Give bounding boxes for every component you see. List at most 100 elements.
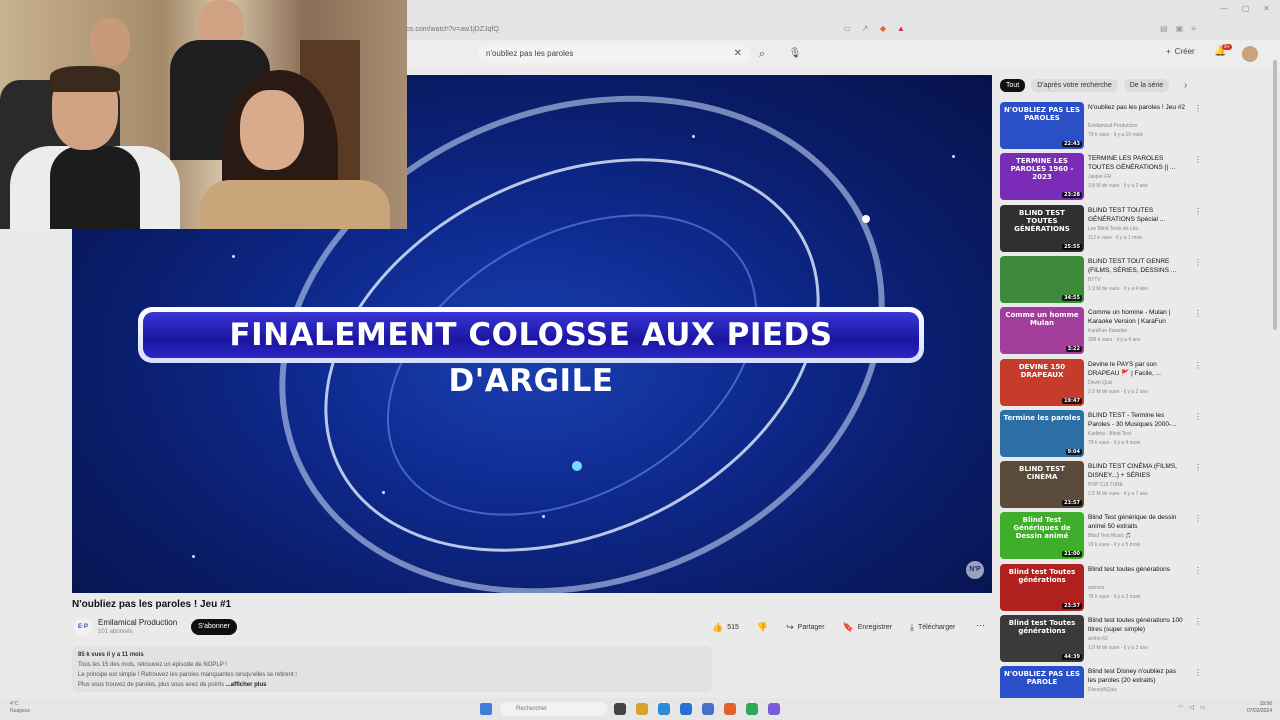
recommendation-title[interactable]: BLIND TEST - Termine les Paroles - 30 Mu…: [1088, 411, 1186, 429]
video-thumbnail[interactable]: BLIND TEST TOUTES GÉNÉRATIONS 25:55: [1000, 204, 1084, 252]
recommendation-channel[interactable]: Devin Quiz: [1088, 380, 1112, 386]
recommendation-title[interactable]: Devine le PAYS par son DRAPEAU 🚩 | Facil…: [1088, 360, 1186, 378]
chip-all[interactable]: Tout: [1000, 79, 1026, 92]
windows-start-icon[interactable]: [480, 703, 492, 715]
app-icon[interactable]: [680, 703, 692, 715]
recommendation-title[interactable]: BLIND TEST CINÉMA (FILMS, DISNEY...) + S…: [1088, 462, 1186, 480]
recommendation-title[interactable]: TERMINE LES PAROLES TOUTES GÉNÉRATIONS |…: [1088, 154, 1186, 172]
recommendation-channel[interactable]: antoine: [1088, 585, 1104, 591]
file-explorer-icon[interactable]: [636, 703, 648, 715]
video-thumbnail[interactable]: Termine les paroles 9:04: [1000, 409, 1084, 457]
search-icon[interactable]: ⌕: [752, 45, 772, 63]
recommendation-channel[interactable]: Blind Test Music 🎵: [1088, 533, 1132, 539]
account-avatar[interactable]: [1242, 46, 1258, 62]
recommendation-title[interactable]: N'oubliez pas les paroles ! Jeu #2: [1088, 103, 1186, 112]
save-button[interactable]: 🔖 Enregistrer: [843, 620, 892, 634]
recommendation-channel[interactable]: BTTV: [1088, 277, 1101, 283]
more-options-icon[interactable]: ⋮: [1194, 361, 1202, 370]
minimize-button[interactable]: —: [1220, 4, 1228, 13]
more-options-icon[interactable]: ⋮: [1194, 566, 1202, 575]
like-button[interactable]: 👍 515: [712, 620, 739, 634]
maximize-button[interactable]: ▢: [1242, 4, 1250, 13]
recommendation-channel[interactable]: KaraFun Karaoke: [1088, 328, 1127, 334]
system-clock[interactable]: 18:56 07/02/2024: [1247, 701, 1272, 715]
search-box[interactable]: n'oubliez pas les paroles ✕: [478, 45, 750, 63]
app-icon[interactable]: [702, 703, 714, 715]
more-options-icon[interactable]: ⋮: [1194, 207, 1202, 216]
screen-icon[interactable]: ▭: [842, 24, 852, 34]
more-options-icon[interactable]: ⋮: [1194, 309, 1202, 318]
download-button[interactable]: ⤓ Télécharger: [910, 620, 955, 634]
brave-icon[interactable]: [724, 703, 736, 715]
more-options-icon[interactable]: ⋮: [1194, 463, 1202, 472]
taskbar-search[interactable]: Rechercher: [500, 702, 608, 716]
show-more-link[interactable]: ...afficher plus: [226, 682, 267, 688]
weather-widget[interactable]: 4°C Nuageux: [10, 701, 30, 715]
recommendation-item[interactable]: BLIND TEST CINÉMA 23:57 BLIND TEST CINÉMA …: [1000, 461, 1202, 509]
more-actions-icon[interactable]: ⋯: [976, 620, 985, 631]
task-view-icon[interactable]: [614, 703, 626, 715]
more-options-icon[interactable]: ⋮: [1194, 258, 1202, 267]
description-box[interactable]: 85 k vues il y a 11 mois Tous les 15 des…: [72, 646, 712, 692]
microphone-icon[interactable]: 🎙: [786, 45, 804, 63]
brave-shield-icon[interactable]: ◆: [878, 24, 888, 34]
edge-icon[interactable]: [658, 703, 670, 715]
chip-related[interactable]: D'après votre recherche: [1031, 79, 1118, 92]
dislike-button[interactable]: 👎: [757, 620, 768, 634]
recommendation-channel[interactable]: antho-62: [1088, 636, 1108, 642]
battery-icon[interactable]: ▭: [1200, 704, 1206, 711]
video-thumbnail[interactable]: TERMINE LES PAROLES 1960 - 2023 23:28: [1000, 153, 1084, 201]
create-button[interactable]: + Créer: [1166, 47, 1195, 56]
chevron-right-icon[interactable]: ›: [1184, 80, 1187, 91]
more-options-icon[interactable]: ⋮: [1194, 617, 1202, 626]
recommendation-channel[interactable]: POP CULTURE: [1088, 482, 1123, 488]
search-input[interactable]: n'oubliez pas les paroles: [486, 45, 573, 63]
video-thumbnail[interactable]: BLIND TEST CINÉMA 23:57: [1000, 461, 1084, 509]
recommendation-title[interactable]: BLIND TEST TOUTES GÉNÉRATIONS Spécial ..…: [1088, 206, 1186, 224]
recommendation-item[interactable]: N'OUBLIEZ PAS LES PAROLES 22:43 N'oubliez …: [1000, 102, 1202, 150]
video-thumbnail[interactable]: N'OUBLIEZ PAS LES PAROLES 22:43: [1000, 102, 1084, 149]
video-thumbnail[interactable]: 34:55: [1000, 255, 1084, 303]
recommendation-item[interactable]: DEVINE 150 DRAPEAUX 19:47 Devine le PAYS p…: [1000, 358, 1202, 407]
recommendation-item[interactable]: BLIND TEST TOUTES GÉNÉRATIONS 25:55 BLIND …: [1000, 204, 1202, 253]
recommendation-channel[interactable]: Kadima - Blind Test: [1088, 431, 1131, 437]
share-button[interactable]: ↪ Partager: [786, 620, 824, 634]
address-bar[interactable]: bs.com/watch?v=aw1jDZJqfQ: [406, 22, 836, 38]
channel-avatar[interactable]: E·P: [74, 618, 92, 636]
recommendation-channel[interactable]: Emilamical Production: [1088, 123, 1137, 129]
more-options-icon[interactable]: ⋮: [1194, 412, 1202, 421]
more-options-icon[interactable]: ⋮: [1194, 155, 1202, 164]
recommendation-item[interactable]: Blind test Toutes générations 44:39 Blind …: [1000, 615, 1202, 663]
video-thumbnail[interactable]: DEVINE 150 DRAPEAUX 19:47: [1000, 358, 1084, 406]
recommendation-channel[interactable]: DisneyBQuiz: [1088, 687, 1117, 693]
recommendation-item[interactable]: Comme un homme Mulan 3:22 Comme un homme -…: [1000, 307, 1202, 355]
menu-icon[interactable]: ≡: [1191, 24, 1196, 33]
recommendation-item[interactable]: TERMINE LES PAROLES 1960 - 2023 23:28 TERM…: [1000, 153, 1202, 201]
app-icon[interactable]: [746, 703, 758, 715]
wifi-icon[interactable]: ◠: [1178, 704, 1183, 711]
recommendation-title[interactable]: Blind test toutes générations: [1088, 565, 1186, 574]
recommendation-channel[interactable]: Jasper FR: [1088, 174, 1111, 180]
more-options-icon[interactable]: ⋮: [1194, 104, 1202, 113]
app-icon[interactable]: [768, 703, 780, 715]
recommendation-channel[interactable]: Les Blind Tests de Léo: [1088, 226, 1138, 232]
recommendation-item[interactable]: Blind Test Génériques de Dessin animé 21:…: [1000, 512, 1202, 560]
share-icon[interactable]: ↗: [860, 24, 870, 34]
video-thumbnail[interactable]: Blind test Toutes générations 44:39: [1000, 615, 1084, 662]
video-thumbnail[interactable]: Blind Test Génériques de Dessin animé 21:…: [1000, 512, 1084, 560]
recommendation-title[interactable]: Blind test toutes générations 100 titres…: [1088, 616, 1186, 634]
recommendation-title[interactable]: Blind Test générique de dessin animé 50 …: [1088, 513, 1186, 531]
recommendation-title[interactable]: Comme un homme - Mulan | Karaoke Version…: [1088, 308, 1186, 326]
wallet-icon[interactable]: ▣: [1176, 24, 1184, 33]
video-thumbnail[interactable]: Comme un homme Mulan 3:22: [1000, 307, 1084, 355]
channel-name[interactable]: Emilamical Production: [98, 618, 177, 627]
page-scrollbar[interactable]: [1273, 60, 1277, 330]
recommendation-item[interactable]: Blind test Toutes générations 23:57 Blind …: [1000, 563, 1202, 612]
more-options-icon[interactable]: ⋮: [1194, 514, 1202, 523]
clear-icon[interactable]: ✕: [734, 45, 742, 63]
recommendation-item[interactable]: Termine les paroles 9:04 BLIND TEST - Term…: [1000, 409, 1202, 458]
brave-rewards-icon[interactable]: ▲: [896, 24, 906, 34]
volume-icon[interactable]: ◁: [1189, 704, 1194, 711]
video-thumbnail[interactable]: Blind test Toutes générations 23:57: [1000, 563, 1084, 611]
recommendation-title[interactable]: Blind test Disney n'oubliez pas les paro…: [1088, 667, 1186, 685]
